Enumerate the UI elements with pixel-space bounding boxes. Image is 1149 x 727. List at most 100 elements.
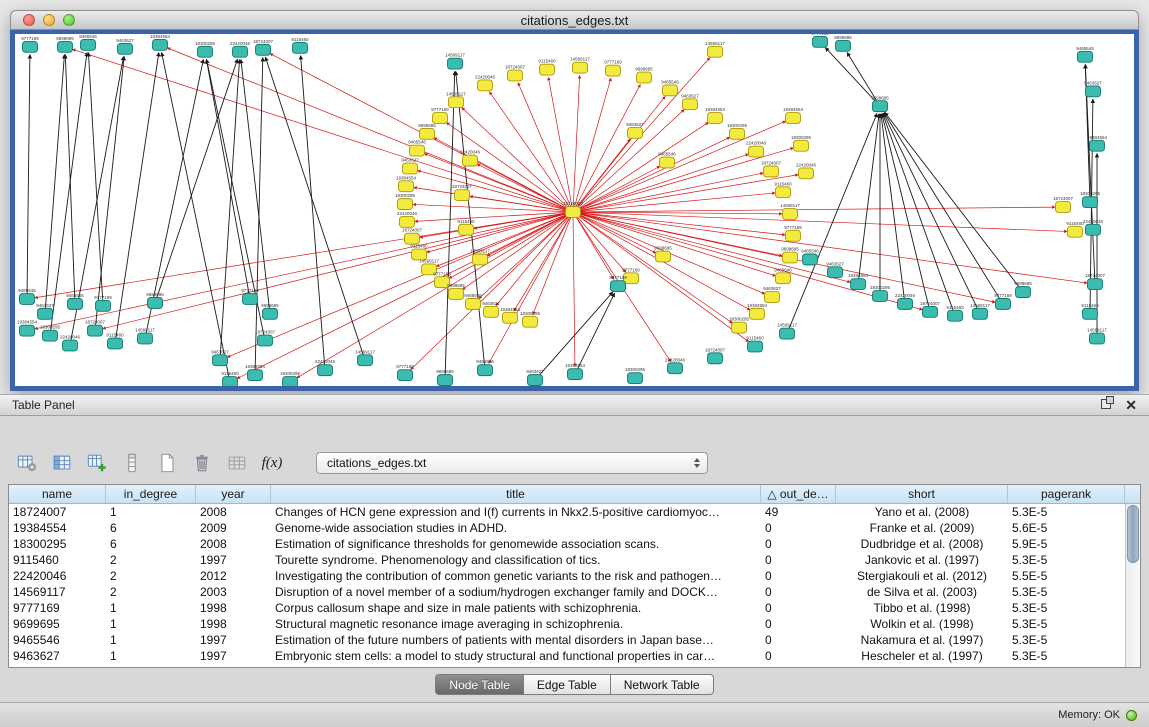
table-cell-short[interactable]: Franke et al. (2009) <box>836 520 1008 536</box>
graph-node[interactable] <box>764 166 779 177</box>
table-cell-short[interactable]: Stergiakouli et al. (2012) <box>836 568 1008 584</box>
graph-node[interactable] <box>233 46 248 57</box>
graph-node[interactable] <box>153 39 168 50</box>
table-cell-short[interactable]: Jankovic et al. (1997) <box>836 552 1008 568</box>
table-cell-year[interactable]: 2003 <box>196 584 271 600</box>
graph-node[interactable] <box>923 306 938 317</box>
graph-node[interactable] <box>283 377 298 386</box>
table-cell-title[interactable]: Estimation of the future numbers of pati… <box>271 632 761 648</box>
table-source-selector[interactable]: citations_edges.txt <box>316 452 708 474</box>
graph-node[interactable] <box>628 373 643 384</box>
graph-node[interactable] <box>898 298 913 309</box>
column-header-name[interactable]: name <box>9 485 106 503</box>
tab-edge-table[interactable]: Edge Table <box>524 674 611 695</box>
table-cell-name[interactable]: 22420046 <box>9 568 106 584</box>
graph-node[interactable] <box>656 251 671 262</box>
graph-node[interactable] <box>783 209 798 220</box>
table-cell-year[interactable]: 1997 <box>196 648 271 664</box>
graph-node[interactable] <box>20 325 35 336</box>
table-cell-name[interactable]: 9465546 <box>9 632 106 648</box>
column-header-out-de[interactable]: △ out_de… <box>761 485 836 503</box>
table-cell-in-degree[interactable]: 1 <box>106 504 196 520</box>
table-cell-name[interactable]: 9115460 <box>9 552 106 568</box>
graph-node[interactable] <box>794 140 809 151</box>
graph-node[interactable] <box>668 363 683 374</box>
graph-node[interactable] <box>1086 86 1101 97</box>
graph-node[interactable] <box>1016 287 1031 298</box>
table-cell-out-de[interactable]: 0 <box>761 552 836 568</box>
graph-node[interactable] <box>1090 333 1105 344</box>
graph-node[interactable] <box>68 298 83 309</box>
table-cell-title[interactable]: Genome-wide association studies in ADHD. <box>271 520 761 536</box>
graph-node[interactable] <box>573 62 588 73</box>
graph-node[interactable] <box>318 365 333 376</box>
graph-node[interactable] <box>568 369 583 380</box>
graph-node[interactable] <box>660 157 675 168</box>
graph-node[interactable] <box>400 216 415 227</box>
table-row[interactable]: 1872400712008Changes of HCN gene express… <box>9 504 1125 520</box>
table-cell-name[interactable]: 14569117 <box>9 584 106 600</box>
graph-node[interactable] <box>422 264 437 275</box>
graph-node[interactable] <box>43 330 58 341</box>
graph-node[interactable] <box>708 353 723 364</box>
table-cell-pagerank[interactable]: 5.3E-5 <box>1008 504 1125 520</box>
graph-node[interactable] <box>108 338 123 349</box>
graph-node[interactable] <box>628 127 643 138</box>
table-cell-pagerank[interactable]: 5.6E-5 <box>1008 520 1125 536</box>
table-cell-pagerank[interactable]: 5.3E-5 <box>1008 648 1125 664</box>
memory-status-indicator[interactable] <box>1126 710 1137 721</box>
graph-node[interactable] <box>398 370 413 381</box>
column-header-short[interactable]: short <box>836 485 1008 503</box>
network-canvas[interactable]: 1872400714569117977716996996959465546946… <box>15 34 1134 386</box>
column-visibility-button[interactable] <box>49 450 75 476</box>
table-cell-pagerank[interactable]: 5.3E-5 <box>1008 600 1125 616</box>
graph-node[interactable] <box>708 46 723 57</box>
graph-node[interactable] <box>528 375 543 386</box>
table-cell-name[interactable]: 18300295 <box>9 536 106 552</box>
graph-node[interactable] <box>748 341 763 352</box>
graph-node[interactable] <box>148 298 163 309</box>
graph-node[interactable] <box>435 277 450 288</box>
table-cell-year[interactable]: 2009 <box>196 520 271 536</box>
table-cell-title[interactable]: Changes of HCN gene expression and I(f) … <box>271 504 761 520</box>
table-cell-year[interactable]: 1997 <box>196 552 271 568</box>
graph-node[interactable] <box>948 310 963 321</box>
zoom-button[interactable] <box>63 14 75 26</box>
table-cell-title[interactable]: Estimation of significance thresholds fo… <box>271 536 761 552</box>
table-cell-in-degree[interactable]: 6 <box>106 536 196 552</box>
table-cell-pagerank[interactable]: 5.3E-5 <box>1008 584 1125 600</box>
graph-node[interactable] <box>96 300 111 311</box>
graph-node[interactable] <box>1083 308 1098 319</box>
graph-node[interactable] <box>256 44 271 55</box>
table-cell-in-degree[interactable]: 2 <box>106 552 196 568</box>
graph-node[interactable] <box>503 312 518 323</box>
table-row[interactable]: 1456911722003Disruption of a novel membe… <box>9 584 1125 600</box>
graph-node[interactable] <box>799 168 814 179</box>
graph-node[interactable] <box>293 42 308 53</box>
table-cell-in-degree[interactable]: 6 <box>106 520 196 536</box>
table-cell-name[interactable]: 18724007 <box>9 504 106 520</box>
graph-node[interactable] <box>836 40 851 51</box>
graph-node[interactable] <box>637 72 652 83</box>
table-cell-short[interactable]: de Silva et al. (2003) <box>836 584 1008 600</box>
graph-node[interactable] <box>851 279 866 290</box>
table-cell-pagerank[interactable]: 5.3E-5 <box>1008 616 1125 632</box>
graph-node[interactable] <box>523 316 538 327</box>
new-row-button[interactable] <box>154 450 180 476</box>
graph-node[interactable] <box>683 99 698 110</box>
graph-node[interactable] <box>466 298 481 309</box>
graph-node[interactable] <box>473 254 488 265</box>
graph-node[interactable] <box>213 355 228 366</box>
graph-node[interactable] <box>776 187 791 198</box>
add-column-button[interactable] <box>119 450 145 476</box>
close-button[interactable] <box>23 14 35 26</box>
table-row[interactable]: 969969511998Structural magnetic resonanc… <box>9 616 1125 632</box>
table-cell-short[interactable]: Nakamura et al. (1997) <box>836 632 1008 648</box>
graph-node[interactable] <box>624 273 639 284</box>
column-header-year[interactable]: year <box>196 485 271 503</box>
column-header-title[interactable]: title <box>271 485 761 503</box>
graph-node[interactable] <box>449 97 464 108</box>
minimize-button[interactable] <box>43 14 55 26</box>
table-row[interactable]: 1830029562008Estimation of significance … <box>9 536 1125 552</box>
graph-node[interactable] <box>358 355 373 366</box>
